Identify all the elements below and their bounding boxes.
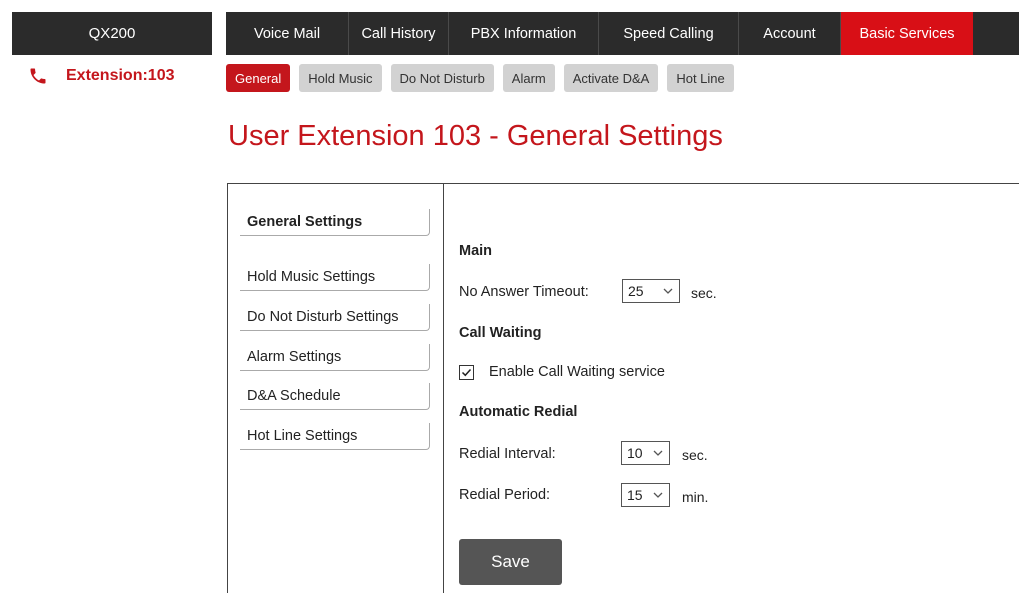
tab-pbx-information[interactable]: PBX Information <box>448 12 598 55</box>
side-item-do-not-disturb-settings[interactable]: Do Not Disturb Settings <box>240 304 430 331</box>
tab-call-history[interactable]: Call History <box>348 12 448 55</box>
chevron-down-icon <box>653 492 663 498</box>
extension-label: Extension:103 <box>66 67 175 84</box>
phone-icon <box>30 68 46 84</box>
redial-period-value: 15 <box>627 487 643 503</box>
tab-speed-calling[interactable]: Speed Calling <box>598 12 738 55</box>
subtab-do-not-disturb[interactable]: Do Not Disturb <box>390 64 494 92</box>
subtab-hot-line[interactable]: Hot Line <box>667 64 734 92</box>
no-answer-timeout-value: 25 <box>628 283 644 299</box>
no-answer-timeout-unit: sec. <box>691 285 717 301</box>
redial-period-label: Redial Period: <box>459 487 551 503</box>
sub-nav: General Hold Music Do Not Disturb Alarm … <box>226 64 743 92</box>
side-item-da-schedule[interactable]: D&A Schedule <box>240 383 430 410</box>
redial-period-select[interactable]: 15 <box>621 483 670 507</box>
redial-interval-value: 10 <box>627 445 643 461</box>
redial-interval-unit: sec. <box>682 447 708 463</box>
side-item-hot-line-settings[interactable]: Hot Line Settings <box>240 423 430 450</box>
no-answer-timeout-label: No Answer Timeout: <box>459 284 589 300</box>
tab-basic-services[interactable]: Basic Services <box>840 12 973 55</box>
section-automatic-redial-heading: Automatic Redial <box>459 404 578 420</box>
subtab-alarm[interactable]: Alarm <box>502 64 555 92</box>
redial-period-unit: min. <box>682 489 709 505</box>
subtab-hold-music[interactable]: Hold Music <box>299 64 382 92</box>
section-call-waiting-heading: Call Waiting <box>459 325 542 341</box>
section-main-heading: Main <box>459 243 493 259</box>
main-nav: Voice Mail Call History PBX Information … <box>226 12 1019 55</box>
page-title: User Extension 103 - General Settings <box>228 120 723 152</box>
save-button[interactable]: Save <box>459 539 562 585</box>
call-waiting-label: Enable Call Waiting service <box>489 364 665 380</box>
subtab-general[interactable]: General <box>226 64 291 92</box>
extension-indicator: Extension:103 <box>28 66 174 86</box>
side-item-hold-music-settings[interactable]: Hold Music Settings <box>240 264 430 291</box>
call-waiting-checkbox[interactable] <box>459 365 474 380</box>
checkmark-icon <box>461 368 472 377</box>
no-answer-timeout-select[interactable]: 25 <box>622 279 680 303</box>
brand-logo: QX200 <box>12 12 212 55</box>
side-item-general-settings[interactable]: General Settings <box>240 209 430 236</box>
chevron-down-icon <box>653 450 663 456</box>
redial-interval-select[interactable]: 10 <box>621 441 670 465</box>
tab-voice-mail[interactable]: Voice Mail <box>226 12 348 55</box>
panel-divider <box>443 184 444 593</box>
chevron-down-icon <box>663 288 673 294</box>
subtab-activate-da[interactable]: Activate D&A <box>563 64 659 92</box>
side-item-alarm-settings[interactable]: Alarm Settings <box>240 344 430 371</box>
tab-account[interactable]: Account <box>738 12 840 55</box>
redial-interval-label: Redial Interval: <box>459 446 556 462</box>
